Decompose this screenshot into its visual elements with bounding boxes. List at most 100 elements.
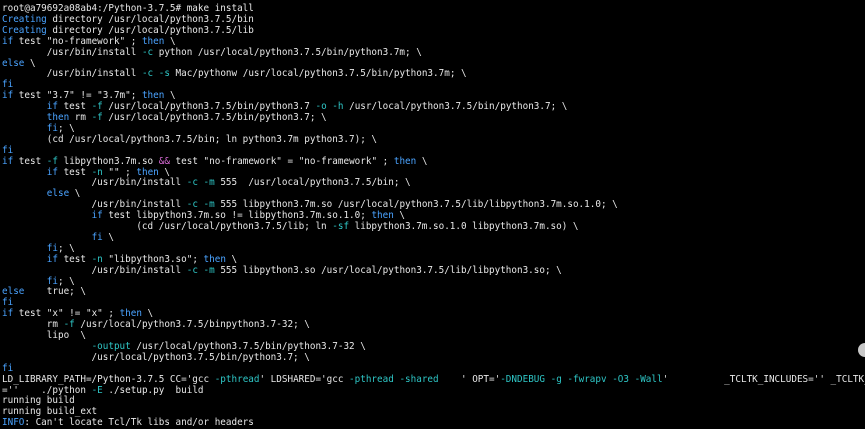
keyword-text: if <box>46 101 58 113</box>
output-text: test <box>57 253 92 265</box>
keyword-text: else <box>2 57 25 69</box>
output-text: running build <box>2 395 75 407</box>
flag-text: -O3 <box>612 373 629 385</box>
output-text: rm <box>2 319 64 331</box>
output-text: python /usr/local/python3.7.5/bin/python… <box>153 46 422 58</box>
terminal-line: /usr/bin/install -c python /usr/local/py… <box>2 47 422 58</box>
keyword-text: then <box>46 112 70 123</box>
flag-text: -c <box>141 68 154 80</box>
terminal-line: if test -f libpython3.7m.so && test "no-… <box>2 156 427 167</box>
terminal-line: (cd /usr/local/python3.7.5/lib; ln -sf l… <box>2 221 579 232</box>
keyword-text: then <box>141 35 165 47</box>
flag-text: -n <box>91 253 103 265</box>
terminal-line: /usr/bin/install -c -s Mac/pythonw /usr/… <box>2 68 467 79</box>
output-text: LD_LIBRARY_PATH=/Python-3.7.5 CC='gcc <box>2 373 215 385</box>
flag-text: -m <box>203 199 215 211</box>
terminal-line: then rm -f /usr/local/python3.7.5/bin/py… <box>2 112 327 123</box>
keyword-text: fi <box>46 242 58 254</box>
output-text: ; \ <box>57 275 75 287</box>
keyword-text: then <box>371 210 394 222</box>
output-text: lipo \ <box>2 330 86 341</box>
output-text: /usr/local/python3.7.5/binpython3.7-32; … <box>74 319 310 331</box>
output-text: ; \ <box>57 122 75 134</box>
keyword-text: if <box>2 90 14 102</box>
terminal-line: INFO: Can't locate Tcl/Tk libs and/or he… <box>2 417 254 428</box>
output-text: rm <box>69 112 92 123</box>
output-text: test <box>57 101 92 113</box>
keyword-text: Creating <box>2 13 47 25</box>
output-text: /usr/bin/install <box>2 199 187 211</box>
keyword-text: then <box>393 155 417 167</box>
flag-text: -c <box>186 177 198 189</box>
keyword-text: fi <box>91 231 103 243</box>
terminal-window[interactable]: root@a79692a08ab4:/Python-3.7.5# make in… <box>0 0 865 429</box>
output-text: libpython3.7m.so.1.0 libpython3.7m.so) \ <box>349 221 579 232</box>
terminal-line: fi <box>2 145 13 156</box>
flag-text: -pthread <box>349 373 394 385</box>
output-text: /usr/bin/install <box>2 46 142 58</box>
flag-text: -c <box>186 199 198 211</box>
output-text: /usr/local/python3.7.5/bin/python3.7; \ <box>343 101 568 113</box>
output-text: libpython3.7m.so <box>58 155 159 167</box>
keyword-text: INFO <box>2 417 25 429</box>
output-text: root@a79692a08ab4:/Python-3.7.5# make in… <box>2 3 254 14</box>
terminal-line: /usr/bin/install -c -m 555 libpython3.7m… <box>2 199 618 210</box>
output-text: directory /usr/local/python3.7.5/lib <box>46 24 254 36</box>
output-text: true; \ <box>24 286 86 298</box>
output-text: : Can't locate Tcl/Tk libs and/or header… <box>24 417 254 429</box>
output-text: ' LDSHARED='gcc <box>259 373 350 385</box>
output-text: \ <box>24 57 36 69</box>
flag-text: -f <box>91 112 103 123</box>
output-text: ='' ./python <box>2 384 92 396</box>
flag-text: -n <box>91 166 103 178</box>
terminal-line: /usr/bin/install -c -m 555 /usr/local/py… <box>2 177 411 188</box>
keyword-text: then <box>203 253 226 265</box>
output-text: running build_ext <box>2 406 98 418</box>
output-text: /usr/local/python3.7.5/bin/python3.7; \ <box>2 351 310 363</box>
keyword-text: else <box>2 286 25 298</box>
flag-text: -fwrapv <box>567 373 607 385</box>
keyword-text: then <box>141 90 165 102</box>
keyword-text: if <box>91 210 103 222</box>
output-text: \ <box>164 35 176 47</box>
output-text: 555 libpython3.so /usr/local/python3.7.5… <box>214 264 562 276</box>
terminal-line: fi \ <box>2 232 114 243</box>
flag-text: -shared <box>399 373 439 385</box>
terminal-line: if test -n "libpython3.so"; then \ <box>2 254 237 265</box>
keyword-text: Creating <box>2 24 47 36</box>
output-text: \ <box>225 253 238 265</box>
terminal-line: /usr/local/python3.7.5/bin/python3.7; \ <box>2 352 310 363</box>
terminal-line: LD_LIBRARY_PATH=/Python-3.7.5 CC='gcc -p… <box>2 374 865 385</box>
output-text: \ <box>102 231 114 243</box>
keyword-text: if <box>2 308 14 320</box>
terminal-line: Creating directory /usr/local/python3.7.… <box>2 14 254 25</box>
flag-text: -sf <box>332 221 350 232</box>
output-text: ' OPT=' <box>438 373 501 385</box>
terminal-line: if test -f /usr/local/python3.7.5/bin/py… <box>2 101 568 113</box>
keyword-text: fi <box>46 275 58 287</box>
operator-text: && <box>158 155 170 167</box>
terminal-line: if test -n "" ; then \ <box>2 167 170 178</box>
flag-text: -c <box>186 264 198 276</box>
output-text: 555 libpython3.7m.so /usr/local/python3.… <box>214 199 618 211</box>
output-text: test "x" != "x" ; <box>13 308 120 320</box>
output-text: \ <box>416 155 428 167</box>
terminal-line: if test libpython3.7m.so != libpython3.7… <box>2 210 405 221</box>
terminal-line: if test "no-framework" ; then \ <box>2 36 176 47</box>
scroll-handle[interactable] <box>858 343 865 357</box>
terminal-line: fi <box>2 79 13 90</box>
keyword-text: if <box>2 155 14 167</box>
keyword-text: if <box>46 166 58 178</box>
output-text: /usr/local/python3.7.5/bin/python3.7; \ <box>102 112 327 123</box>
keyword-text: fi <box>2 79 14 91</box>
keyword-text: if <box>46 253 58 265</box>
output-text: test "no-framework" ; <box>13 35 142 47</box>
terminal-line: if test "3.7" != "3.7m"; then \ <box>2 90 176 101</box>
terminal-line: else true; \ <box>2 286 86 297</box>
